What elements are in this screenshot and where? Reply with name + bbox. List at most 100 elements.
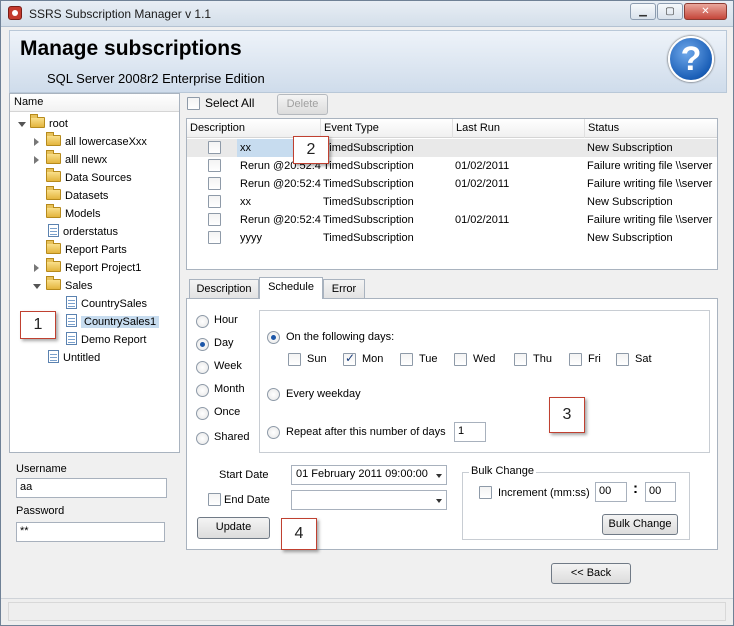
app-window: SSRS Subscription Manager v 1.1 ▁ ▢ ✕ Ma… [0,0,734,626]
time-separator: : [633,480,638,497]
collapse-icon[interactable] [34,138,39,146]
collapse-icon[interactable] [34,264,39,272]
folder-icon [30,114,45,128]
cell-event-type: TimedSubscription [323,232,414,244]
tree-node-alll-newx[interactable]: alll newx [34,150,107,169]
column-header-last-run[interactable]: Last Run [453,119,585,138]
password-label: Password [16,505,65,517]
folder-icon [46,150,61,164]
table-row[interactable]: Rerun @20:52:42 TimedSubscription 01/02/… [187,157,717,175]
tree-node-demo-report[interactable]: Demo Report [66,331,146,349]
help-icon[interactable]: ? [668,36,714,82]
day-checkbox-sun[interactable] [288,353,301,366]
tree-node-models[interactable]: Models [46,204,100,223]
row-checkbox[interactable] [208,231,221,244]
row-checkbox[interactable] [208,195,221,208]
column-header-event-type[interactable]: Event Type [321,119,453,138]
start-date-picker[interactable]: 01 February 2011 09:00:00 [291,465,447,485]
day-checkbox-mon[interactable] [343,351,356,366]
bulk-change-button[interactable]: Bulk Change [602,514,678,535]
title-bar: SSRS Subscription Manager v 1.1 ▁ ▢ ✕ [1,1,733,27]
increment-checkbox[interactable] [479,486,492,499]
every-weekday-label: Every weekday [286,388,361,400]
table-row[interactable]: yyyy TimedSubscription New Subscription [187,229,717,247]
username-input[interactable]: aa [16,478,167,498]
frequency-radio-day[interactable] [196,338,209,351]
column-header-status[interactable]: Status [585,119,717,138]
table-row[interactable]: Rerun @20:52:42 TimedSubscription 01/02/… [187,175,717,193]
frequency-radio-shared[interactable] [196,432,209,445]
increment-label: Increment (mm:ss) [498,487,590,499]
report-tree[interactable]: Name root all lowercaseXxx alll newx Dat… [9,93,180,453]
every-weekday-radio[interactable] [267,388,280,401]
on-following-days-label: On the following days: [286,331,395,343]
day-label-sat: Sat [635,353,652,365]
repeat-after-radio[interactable] [267,426,280,439]
end-date-checkbox[interactable] [208,493,221,506]
cell-last-run: 01/02/2011 [455,160,510,172]
password-input[interactable]: ** [16,522,165,542]
day-checkbox-fri[interactable] [569,353,582,366]
page-title: Manage subscriptions [20,37,242,60]
row-checkbox[interactable] [208,213,221,226]
update-button[interactable]: Update [197,517,270,539]
tab-schedule[interactable]: Schedule [259,277,323,299]
frequency-radio-month[interactable] [196,384,209,397]
tree-node-all-lowercasexxx[interactable]: all lowercaseXxx [34,132,147,151]
tree-node-countrysales[interactable]: CountrySales [66,295,147,313]
subscriptions-grid[interactable]: Description Event Type Last Run Status x… [186,118,718,270]
row-checkbox[interactable] [208,141,221,154]
report-icon [48,224,59,237]
back-button[interactable]: << Back [551,563,631,584]
tree-node-orderstatus[interactable]: orderstatus [48,223,118,241]
grid-header: Description Event Type Last Run Status [187,119,717,138]
tree-node-countrysales1[interactable]: CountrySales1 [66,313,160,331]
frequency-radio-hour[interactable] [196,315,209,328]
row-checkbox[interactable] [208,159,221,172]
tree-node-sales[interactable]: Sales [33,276,93,295]
select-all-checkbox[interactable] [187,97,200,110]
delete-button[interactable]: Delete [277,94,328,115]
tree-node-report-project1[interactable]: Report Project1 [34,258,141,277]
cell-description: xx [240,196,251,208]
collapse-icon[interactable] [34,156,39,164]
tree-node-data-sources[interactable]: Data Sources [46,168,132,187]
window-title: SSRS Subscription Manager v 1.1 [29,7,212,21]
increment-minutes-input[interactable]: 00 [595,482,627,502]
maximize-icon[interactable]: ▢ [657,3,683,20]
tree-node-report-parts[interactable]: Report Parts [46,240,127,259]
end-date-label: End Date [224,494,270,506]
end-date-picker[interactable] [291,490,447,510]
frequency-radio-week[interactable] [196,361,209,374]
tab-error[interactable]: Error [323,279,365,298]
row-checkbox[interactable] [208,177,221,190]
tab-description[interactable]: Description [189,279,259,298]
expand-icon[interactable] [33,284,41,289]
frequency-label-once: Once [214,406,241,418]
day-checkbox-wed[interactable] [454,353,467,366]
cell-status: New Subscription [587,142,673,154]
app-icon [8,6,22,20]
report-icon [48,350,59,363]
expand-icon[interactable] [18,122,26,127]
tree-column-header[interactable]: Name [10,94,179,112]
table-row[interactable]: xx TimedSubscription New Subscription [187,139,717,157]
tree-node-untitled[interactable]: Untitled [48,349,100,367]
tree-node-root[interactable]: root [18,114,68,133]
cell-event-type: TimedSubscription [323,142,414,154]
close-icon[interactable]: ✕ [684,3,727,20]
increment-seconds-input[interactable]: 00 [645,482,676,502]
tree-node-datasets[interactable]: Datasets [46,186,108,205]
on-following-days-radio[interactable] [267,331,280,344]
table-row[interactable]: xx TimedSubscription New Subscription [187,193,717,211]
day-checkbox-sat[interactable] [616,353,629,366]
table-row[interactable]: Rerun @20:52:42 TimedSubscription 01/02/… [187,211,717,229]
cell-last-run [455,139,583,157]
dropdown-arrow-icon[interactable] [436,499,442,503]
frequency-radio-once[interactable] [196,407,209,420]
dropdown-arrow-icon[interactable] [436,474,442,478]
day-checkbox-thu[interactable] [514,353,527,366]
repeat-days-input[interactable]: 1 [454,422,486,442]
day-checkbox-tue[interactable] [400,353,413,366]
minimize-icon[interactable]: ▁ [630,3,656,20]
